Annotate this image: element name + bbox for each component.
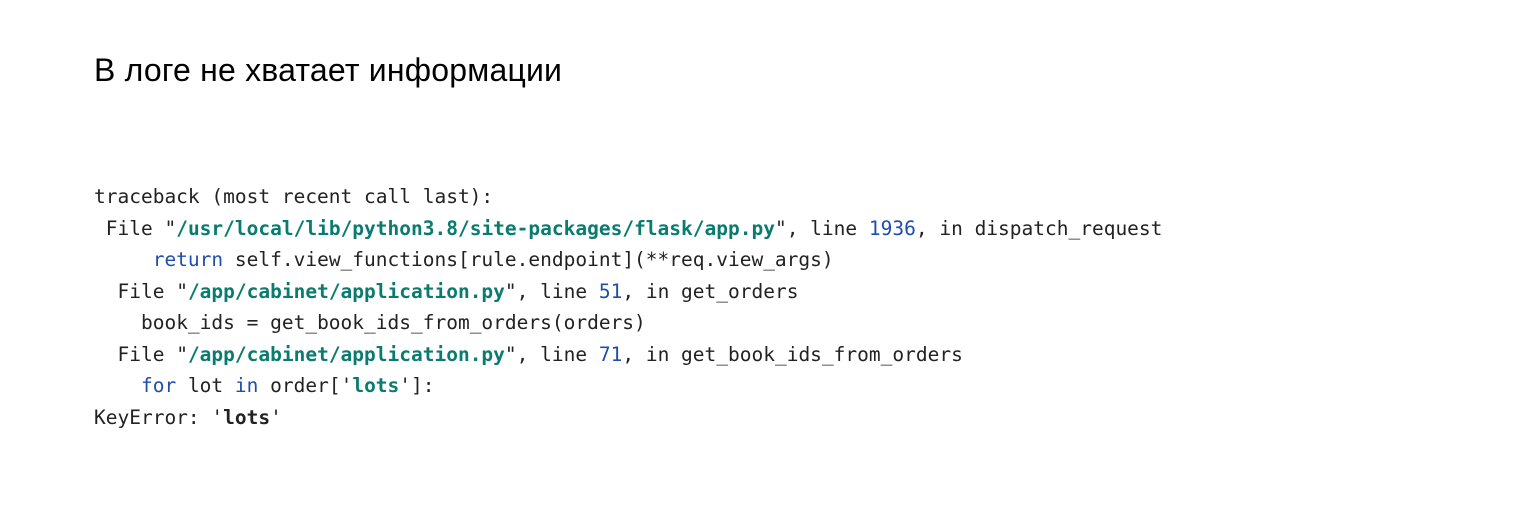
traceback-block: traceback (most recent call last): File … bbox=[94, 181, 1442, 434]
traceback-header: traceback (most recent call last): bbox=[94, 185, 493, 208]
frame-0-path: /usr/local/lib/python3.8/site-packages/f… bbox=[176, 217, 775, 240]
frame-2-func: get_book_ids_from_orders bbox=[681, 343, 963, 366]
frame-1-func: get_orders bbox=[681, 280, 798, 303]
frame-2-path: /app/cabinet/application.py bbox=[188, 343, 505, 366]
error-line: KeyError: 'lots' bbox=[94, 406, 282, 429]
frame-1-path: /app/cabinet/application.py bbox=[188, 280, 505, 303]
frame-2-lineno: 71 bbox=[599, 343, 622, 366]
slide-container: В логе не хватает информации traceback (… bbox=[0, 0, 1536, 434]
frame-2-code: for lot in order['lots']: bbox=[94, 374, 435, 397]
frame-0-file: File "/usr/local/lib/python3.8/site-pack… bbox=[94, 217, 1162, 240]
frame-1-code: book_ids = get_book_ids_from_orders(orde… bbox=[94, 311, 646, 334]
slide-title: В логе не хватает информации bbox=[94, 52, 1442, 89]
frame-1-file: File "/app/cabinet/application.py", line… bbox=[94, 280, 798, 303]
frame-0-func: dispatch_request bbox=[975, 217, 1163, 240]
error-key: lots bbox=[223, 406, 270, 429]
frame-0-code: return self.view_functions[rule.endpoint… bbox=[94, 248, 834, 271]
frame-1-lineno: 51 bbox=[599, 280, 622, 303]
frame-2-file: File "/app/cabinet/application.py", line… bbox=[94, 343, 963, 366]
frame-0-lineno: 1936 bbox=[869, 217, 916, 240]
